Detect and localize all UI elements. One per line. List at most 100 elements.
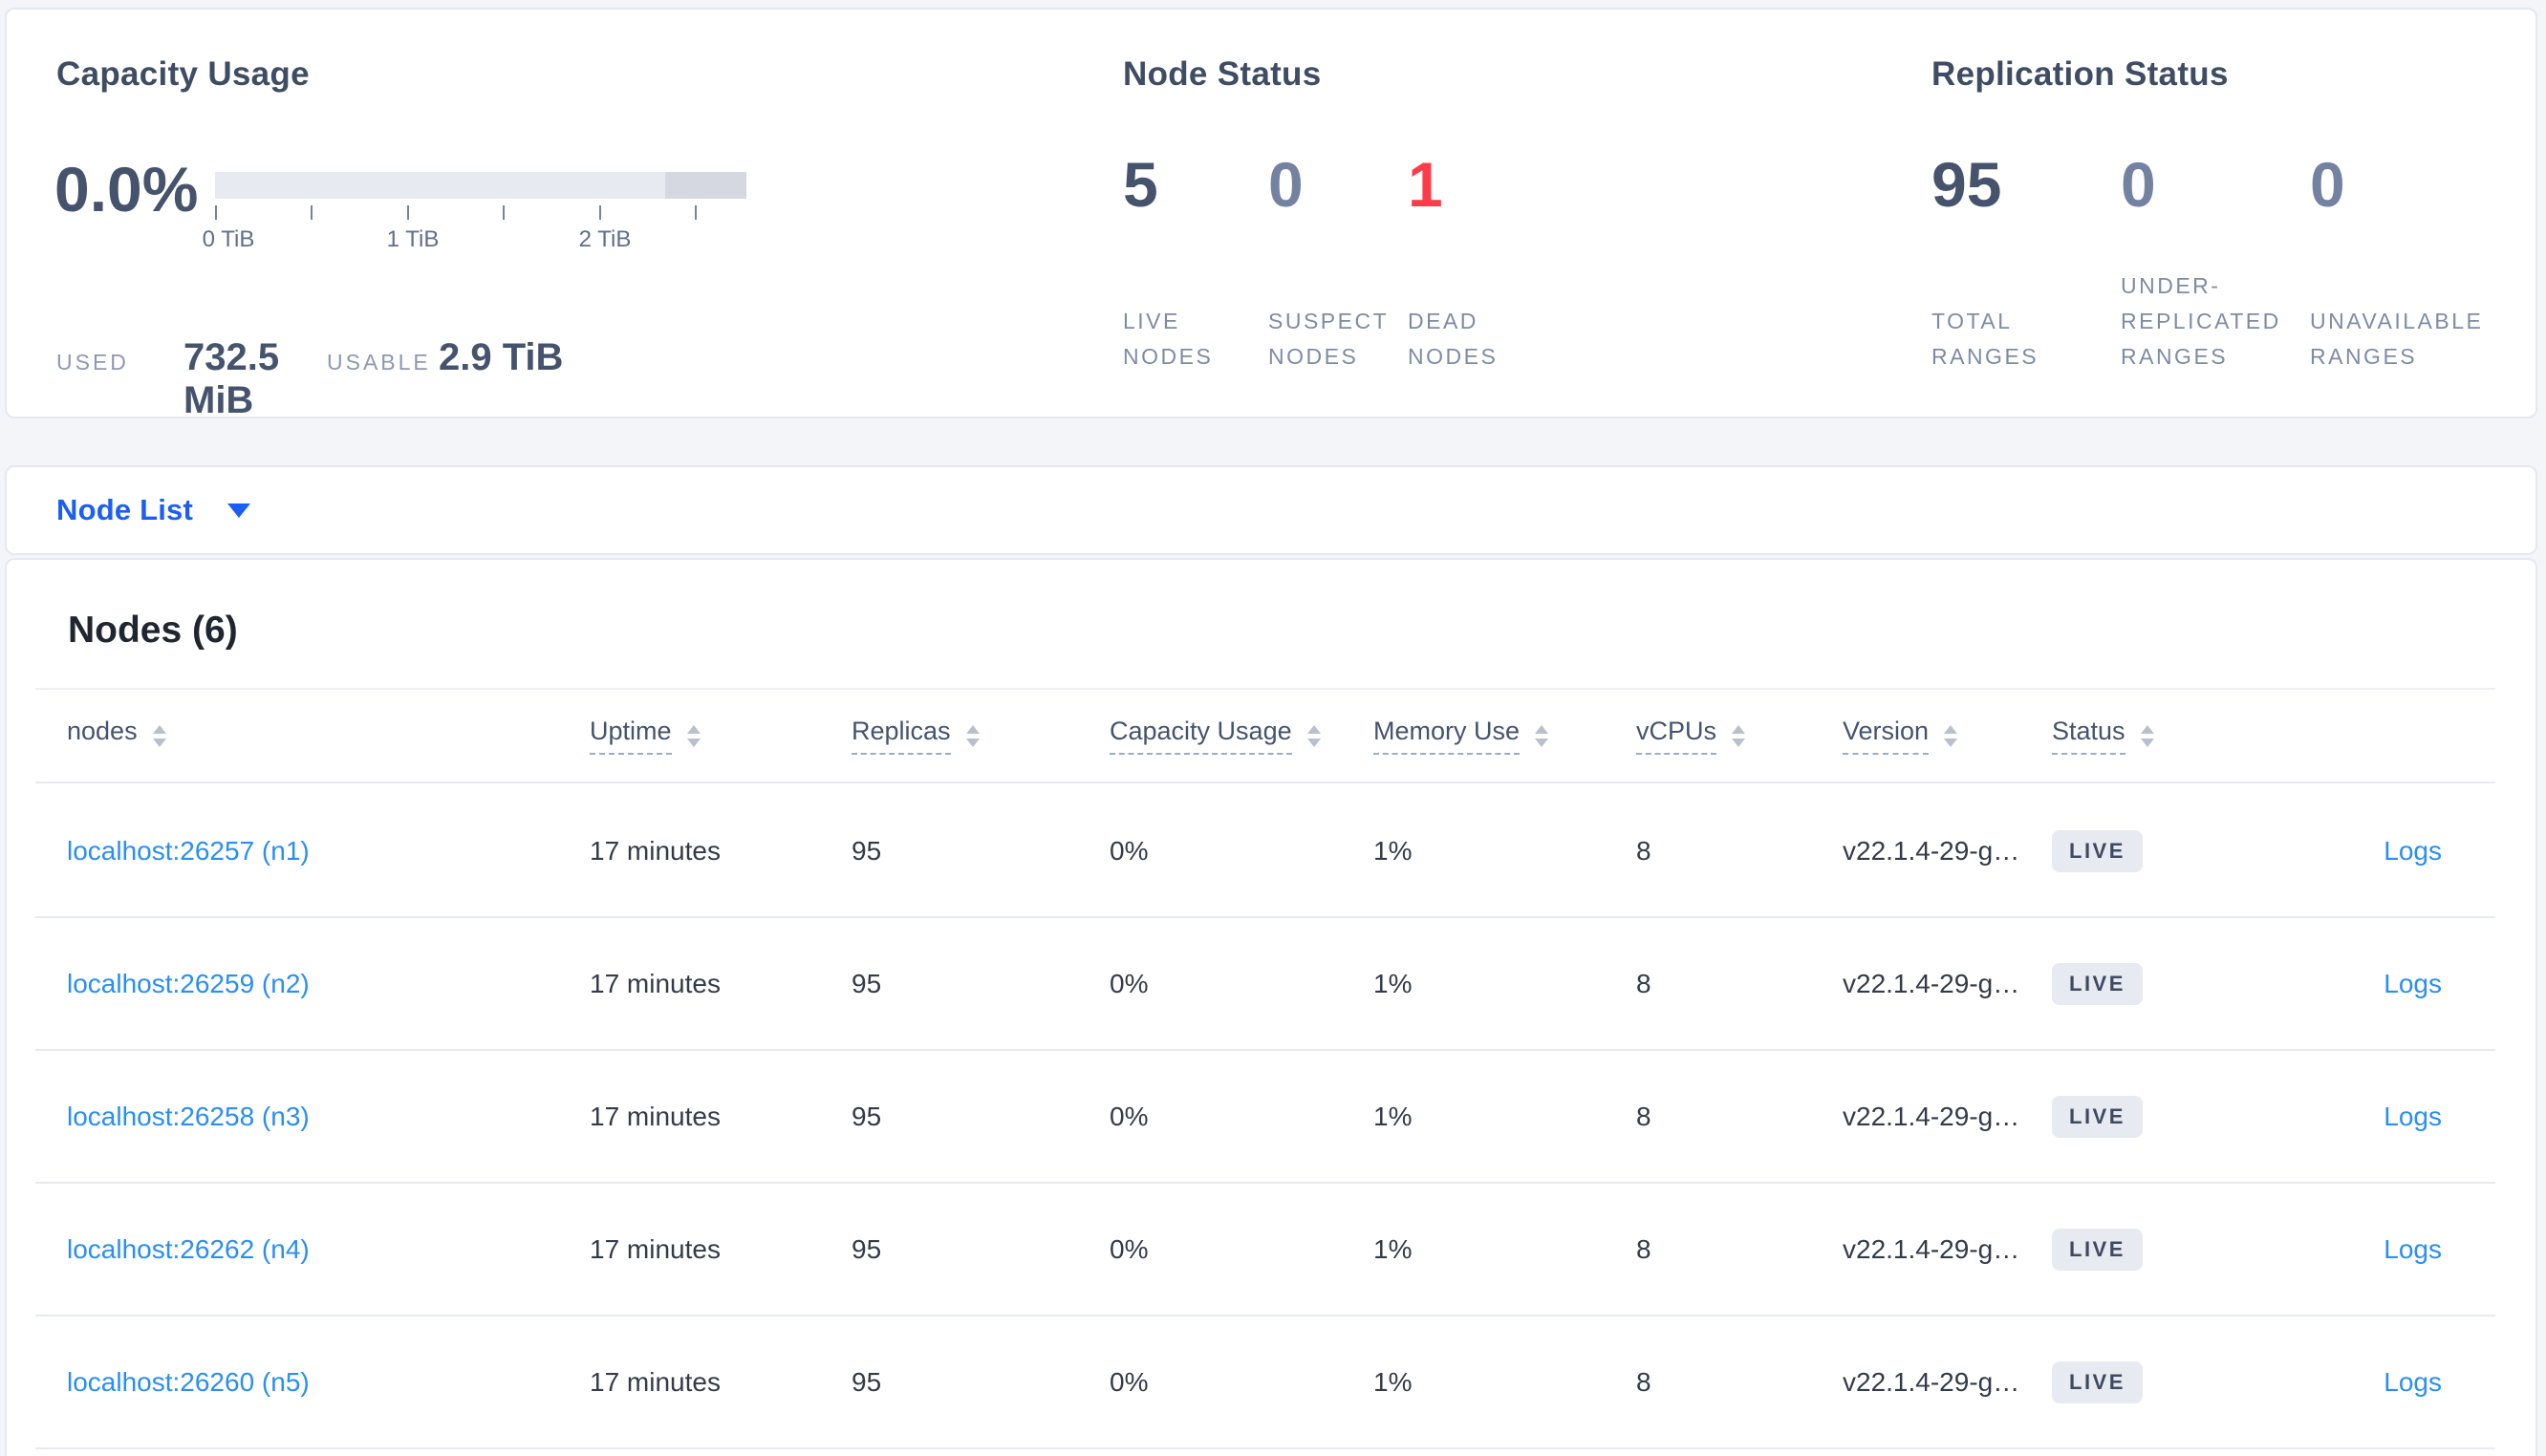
version-cell: v22.1.4-29-g… bbox=[1843, 1366, 2020, 1397]
replicas-cell: 95 bbox=[852, 1101, 882, 1131]
column-header-uptime[interactable]: Uptime bbox=[590, 717, 852, 755]
table-row: localhost:26260 (n5) 17 minutes 95 0% 1%… bbox=[35, 1317, 2495, 1449]
capacity-bar-track bbox=[215, 172, 746, 199]
sort-icon[interactable] bbox=[686, 724, 701, 747]
node-address-link[interactable]: localhost:26258 (n3) bbox=[67, 1102, 310, 1131]
replicas-cell: 95 bbox=[852, 1233, 882, 1264]
dead-nodes-stat: 1 DEAD NODES bbox=[1408, 153, 1570, 375]
version-cell: v22.1.4-29-g… bbox=[1843, 968, 2020, 998]
node-address-link[interactable]: localhost:26257 (n1) bbox=[67, 836, 310, 866]
node-address-link[interactable]: localhost:26262 (n4) bbox=[67, 1234, 310, 1264]
sort-icon[interactable] bbox=[1306, 724, 1321, 747]
sort-icon[interactable] bbox=[2140, 724, 2154, 747]
used-value: 732.5 MiB bbox=[183, 336, 280, 421]
nodes-table-body: localhost:26257 (n1) 17 minutes 95 0% 1%… bbox=[35, 785, 2495, 1449]
capacity-usage-cell: 0% bbox=[1110, 835, 1149, 866]
capacity-usage-breakdown: USED 732.5 MiB USABLE 2.9 TiB bbox=[56, 336, 563, 422]
status-cell: LIVE bbox=[2052, 962, 2272, 1005]
suspect-nodes-stat: 0 SUSPECT NODES bbox=[1268, 153, 1408, 375]
table-row: localhost:26259 (n2) 17 minutes 95 0% 1%… bbox=[35, 918, 2495, 1051]
sort-icon[interactable] bbox=[965, 724, 980, 747]
capacity-usage-percent: 0.0% bbox=[54, 154, 199, 225]
logs-link[interactable]: Logs bbox=[2384, 1234, 2442, 1264]
vcpus-cell: 8 bbox=[1636, 1366, 1651, 1397]
node-status-stats: 5 LIVE NODES 0 SUSPECT NODES 1 DEAD NODE… bbox=[1123, 153, 1570, 375]
capacity-usage-cell: 0% bbox=[1110, 1233, 1149, 1264]
chevron-down-icon[interactable] bbox=[227, 503, 251, 518]
version-cell: v22.1.4-29-g… bbox=[1843, 1233, 2020, 1264]
replication-status-title: Replication Status bbox=[1931, 55, 2229, 93]
usable-value: 2.9 TiB bbox=[439, 336, 564, 378]
uptime-cell: 17 minutes bbox=[590, 835, 721, 866]
replicas-cell: 95 bbox=[852, 1366, 882, 1397]
table-row: localhost:26258 (n3) 17 minutes 95 0% 1%… bbox=[35, 1051, 2495, 1184]
status-badge: LIVE bbox=[2052, 1228, 2143, 1271]
nodes-section-heading: Nodes (6) bbox=[68, 610, 238, 651]
suspect-nodes-count: 0 bbox=[1268, 149, 1304, 220]
uptime-cell: 17 minutes bbox=[590, 968, 721, 998]
status-badge: LIVE bbox=[2052, 1360, 2143, 1403]
cluster-overview-summary-card: Capacity Usage 0.0% 0 TiB 1 TiB 2 TiB US… bbox=[5, 8, 2537, 421]
status-badge: LIVE bbox=[2052, 962, 2143, 1005]
under-replicated-ranges-stat: 0 UNDER-REPLICATED RANGES bbox=[2121, 153, 2310, 375]
usable-label: USABLE bbox=[327, 350, 431, 375]
vcpus-cell: 8 bbox=[1636, 835, 1651, 866]
node-list-dropdown[interactable]: Node List bbox=[56, 493, 193, 527]
column-header-memory-use[interactable]: Memory Use bbox=[1373, 717, 1636, 755]
replicas-cell: 95 bbox=[852, 835, 882, 866]
uptime-cell: 17 minutes bbox=[590, 1366, 721, 1397]
memory-use-cell: 1% bbox=[1373, 1366, 1413, 1397]
unavailable-ranges-stat: 0 UNAVAILABLE RANGES bbox=[2310, 153, 2499, 375]
capacity-usage-cell: 0% bbox=[1110, 1366, 1149, 1397]
sort-icon[interactable] bbox=[1732, 724, 1746, 747]
column-header-replicas[interactable]: Replicas bbox=[852, 717, 1110, 755]
used-label: USED bbox=[56, 350, 129, 375]
column-header-capacity-usage[interactable]: Capacity Usage bbox=[1110, 717, 1373, 755]
node-status-title: Node Status bbox=[1123, 55, 1322, 93]
column-header-version[interactable]: Version bbox=[1843, 717, 2052, 755]
total-ranges-label: TOTAL RANGES bbox=[1931, 309, 2039, 369]
status-badge: LIVE bbox=[2052, 1095, 2143, 1138]
uptime-cell: 17 minutes bbox=[590, 1233, 721, 1264]
column-header-status[interactable]: Status bbox=[2052, 717, 2272, 755]
capacity-axis-ticks bbox=[215, 205, 746, 221]
sort-icon[interactable] bbox=[1944, 724, 1958, 747]
logs-link[interactable]: Logs bbox=[2384, 1367, 2442, 1397]
table-row: localhost:26257 (n1) 17 minutes 95 0% 1%… bbox=[35, 785, 2495, 918]
node-address-link[interactable]: localhost:26260 (n5) bbox=[67, 1367, 310, 1397]
live-nodes-label: LIVE NODES bbox=[1123, 309, 1214, 369]
dead-nodes-count: 1 bbox=[1408, 149, 1443, 220]
column-header-nodes[interactable]: nodes bbox=[35, 717, 590, 755]
version-cell: v22.1.4-29-g… bbox=[1843, 1101, 2020, 1131]
nodes-table-card: Nodes (6) nodes Uptime Replicas Capacity… bbox=[5, 558, 2537, 1456]
nodes-table-header: nodes Uptime Replicas Capacity Usage Mem… bbox=[35, 688, 2495, 783]
sort-icon[interactable] bbox=[152, 724, 166, 747]
capacity-usage-title: Capacity Usage bbox=[56, 55, 310, 93]
replicas-cell: 95 bbox=[852, 968, 882, 998]
memory-use-cell: 1% bbox=[1373, 835, 1413, 866]
capacity-usage-bar: 0 TiB 1 TiB 2 TiB bbox=[203, 172, 746, 255]
axis-label-1tib: 1 TiB bbox=[386, 226, 440, 252]
logs-link[interactable]: Logs bbox=[2384, 1102, 2442, 1131]
sort-icon[interactable] bbox=[1535, 724, 1549, 747]
column-header-vcpus[interactable]: vCPUs bbox=[1636, 717, 1843, 755]
status-cell: LIVE bbox=[2052, 1360, 2272, 1403]
version-cell: v22.1.4-29-g… bbox=[1843, 835, 2020, 866]
logs-link[interactable]: Logs bbox=[2384, 836, 2442, 866]
node-address-link[interactable]: localhost:26259 (n2) bbox=[67, 969, 310, 998]
status-cell: LIVE bbox=[2052, 1095, 2272, 1138]
vcpus-cell: 8 bbox=[1636, 1233, 1651, 1264]
memory-use-cell: 1% bbox=[1373, 1233, 1413, 1264]
capacity-bar-reserved-segment bbox=[665, 172, 746, 199]
table-row: localhost:26262 (n4) 17 minutes 95 0% 1%… bbox=[35, 1184, 2495, 1317]
capacity-usage-cell: 0% bbox=[1110, 968, 1149, 998]
axis-label-2tib: 2 TiB bbox=[578, 226, 632, 252]
replication-status-stats: 95 TOTAL RANGES 0 UNDER-REPLICATED RANGE… bbox=[1931, 153, 2499, 375]
live-nodes-count: 5 bbox=[1123, 149, 1158, 220]
capacity-axis-labels: 0 TiB 1 TiB 2 TiB bbox=[203, 226, 746, 255]
memory-use-cell: 1% bbox=[1373, 968, 1413, 998]
live-nodes-stat: 5 LIVE NODES bbox=[1123, 153, 1268, 375]
under-replicated-ranges-label: UNDER-REPLICATED RANGES bbox=[2121, 273, 2281, 369]
logs-link[interactable]: Logs bbox=[2384, 969, 2442, 998]
status-cell: LIVE bbox=[2052, 1228, 2272, 1271]
